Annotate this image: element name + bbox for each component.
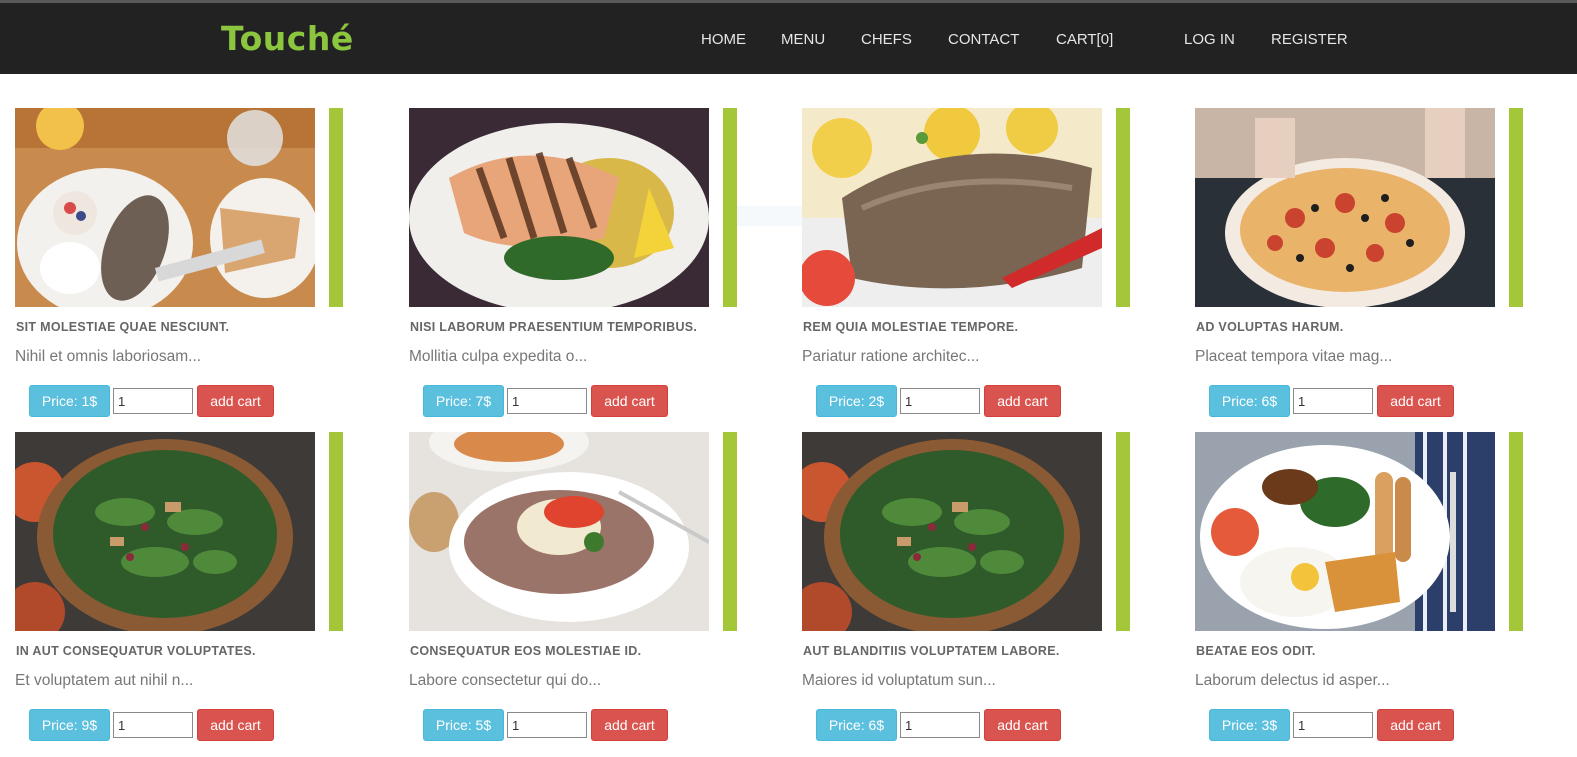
price-button[interactable]: Price: 1$ bbox=[29, 385, 110, 417]
roast-beef-potatoes-photo bbox=[802, 108, 1102, 307]
product-title: BEATAE EOS ODIT. bbox=[1196, 644, 1316, 658]
product-title: NISI LABORUM PRAESENTIUM TEMPORIBUS. bbox=[410, 320, 698, 334]
product-description: Maiores id voluptatum sun... bbox=[802, 672, 996, 689]
product-title: REM QUIA MOLESTIAE TEMPORE. bbox=[803, 320, 1019, 334]
price-button[interactable]: Price: 3$ bbox=[1209, 709, 1290, 741]
brand-logo[interactable]: Touché bbox=[221, 19, 354, 58]
quantity-input[interactable] bbox=[507, 712, 587, 738]
product-image[interactable] bbox=[409, 432, 737, 631]
quantity-input[interactable] bbox=[113, 388, 193, 414]
quantity-input[interactable] bbox=[1293, 712, 1373, 738]
quantity-input[interactable] bbox=[113, 712, 193, 738]
add-cart-button[interactable]: add cart bbox=[984, 709, 1061, 741]
add-cart-button[interactable]: add cart bbox=[197, 385, 274, 417]
salad-bowl-photo bbox=[802, 432, 1102, 631]
product-description: Nihil et omnis laboriosam... bbox=[15, 348, 202, 365]
nav-home[interactable]: HOME bbox=[701, 31, 746, 48]
product-image[interactable] bbox=[15, 432, 343, 631]
product-description: Laborum delectus id asper... bbox=[1195, 672, 1390, 689]
nav-menu[interactable]: MENU bbox=[781, 31, 825, 48]
salad-bowl-photo bbox=[15, 432, 315, 631]
nav-login[interactable]: LOG IN bbox=[1184, 31, 1235, 48]
product-description: Mollitia culpa expedita o... bbox=[409, 348, 588, 365]
product-image[interactable] bbox=[15, 108, 343, 307]
product-image[interactable] bbox=[802, 432, 1130, 631]
price-button[interactable]: Price: 9$ bbox=[29, 709, 110, 741]
nav-chefs[interactable]: CHEFS bbox=[861, 31, 912, 48]
product-title: AD VOLUPTAS HARUM. bbox=[1196, 320, 1344, 334]
add-cart-button[interactable]: add cart bbox=[1377, 385, 1454, 417]
quantity-input[interactable] bbox=[1293, 388, 1373, 414]
product-image[interactable] bbox=[1195, 108, 1523, 307]
navbar: Touché HOME MENU CHEFS CONTACT CART[0] L… bbox=[0, 3, 1577, 74]
product-description: Placeat tempora vitae mag... bbox=[1195, 348, 1393, 365]
pizza-photo bbox=[1195, 108, 1495, 307]
steak-breakfast-plate-photo bbox=[15, 108, 315, 307]
quantity-input[interactable] bbox=[900, 712, 980, 738]
product-description: Labore consectetur qui do... bbox=[409, 672, 602, 689]
add-cart-button[interactable]: add cart bbox=[984, 385, 1061, 417]
price-button[interactable]: Price: 2$ bbox=[816, 385, 897, 417]
english-breakfast-photo bbox=[1195, 432, 1495, 631]
product-image[interactable] bbox=[1195, 432, 1523, 631]
add-cart-button[interactable]: add cart bbox=[591, 709, 668, 741]
product-description: Pariatur ratione architec... bbox=[802, 348, 980, 365]
add-cart-button[interactable]: add cart bbox=[591, 385, 668, 417]
product-title: SIT MOLESTIAE QUAE NESCIUNT. bbox=[16, 320, 230, 334]
product-title: AUT BLANDITIIS VOLUPTATEM LABORE. bbox=[803, 644, 1060, 658]
product-title: CONSEQUATUR EOS MOLESTIAE ID. bbox=[410, 644, 642, 658]
nav-register[interactable]: REGISTER bbox=[1271, 31, 1348, 48]
quantity-input[interactable] bbox=[507, 388, 587, 414]
price-button[interactable]: Price: 6$ bbox=[816, 709, 897, 741]
price-button[interactable]: Price: 6$ bbox=[1209, 385, 1290, 417]
product-image[interactable] bbox=[409, 108, 737, 307]
quantity-input[interactable] bbox=[900, 388, 980, 414]
product-description: Et voluptatem aut nihil n... bbox=[15, 672, 194, 689]
add-cart-button[interactable]: add cart bbox=[1377, 709, 1454, 741]
add-cart-button[interactable]: add cart bbox=[197, 709, 274, 741]
nav-cart[interactable]: CART[0] bbox=[1056, 31, 1113, 48]
price-button[interactable]: Price: 5$ bbox=[423, 709, 504, 741]
product-title: IN AUT CONSEQUATUR VOLUPTATES. bbox=[16, 644, 256, 658]
nav-contact[interactable]: CONTACT bbox=[948, 31, 1019, 48]
product-image[interactable] bbox=[802, 108, 1130, 307]
grilled-salmon-photo bbox=[409, 108, 709, 307]
price-button[interactable]: Price: 7$ bbox=[423, 385, 504, 417]
beef-carpaccio-photo bbox=[409, 432, 709, 631]
